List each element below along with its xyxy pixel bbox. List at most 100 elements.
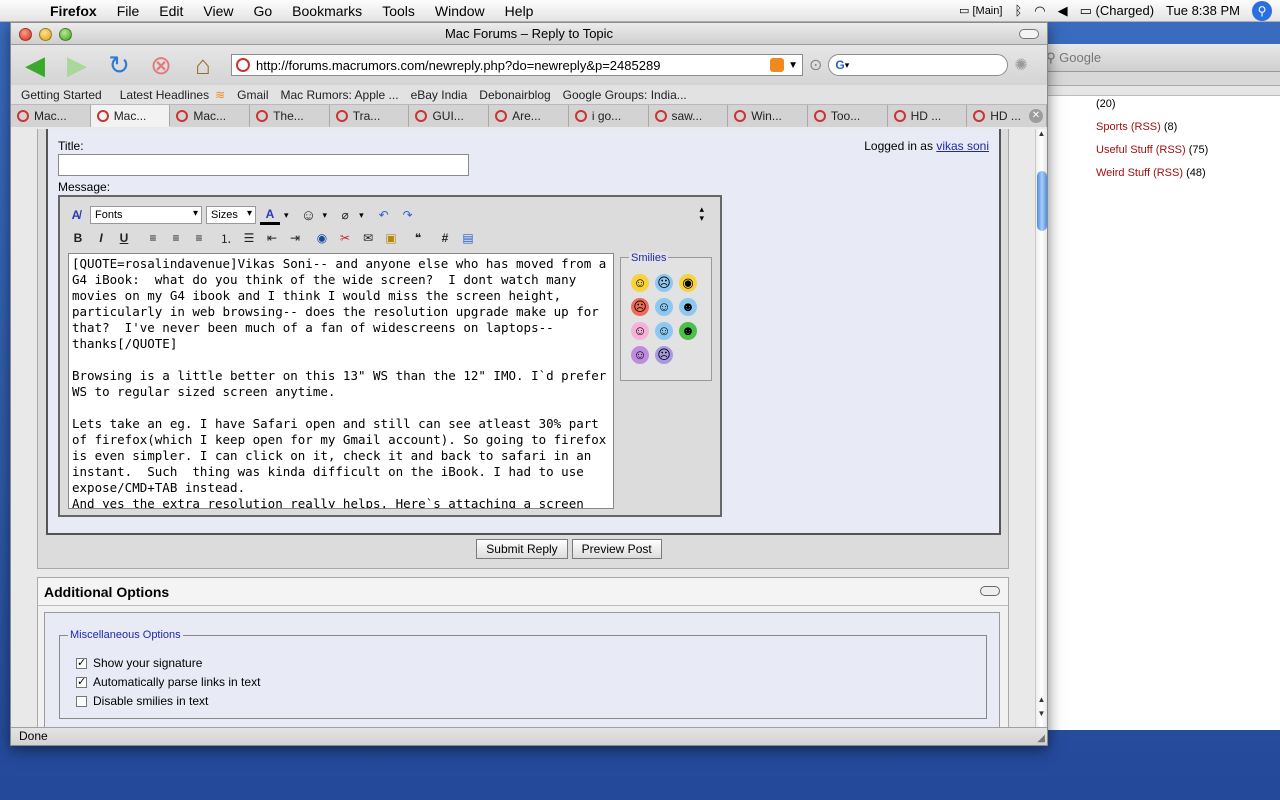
align-left-icon[interactable]: ≡ bbox=[143, 228, 163, 248]
unordered-list-icon[interactable]: ☰ bbox=[239, 228, 259, 248]
scroll-up-icon[interactable]: ▲ bbox=[1036, 129, 1047, 141]
insert-image-icon[interactable]: ▣ bbox=[381, 228, 401, 248]
show-signature-option[interactable]: ✓ Show your signature bbox=[76, 656, 202, 670]
insert-email-icon[interactable]: ✉ bbox=[358, 228, 378, 248]
smilie-insert-icon[interactable]: ☺ bbox=[299, 205, 319, 225]
ordered-list-icon[interactable]: ⒈ bbox=[216, 228, 236, 248]
tab[interactable]: Tra... bbox=[329, 105, 410, 127]
rss-link[interactable]: (RSS) bbox=[1131, 121, 1161, 133]
home-icon[interactable]: ⌂ bbox=[185, 49, 221, 81]
eek-icon[interactable]: ◉ bbox=[679, 274, 697, 292]
message-textarea[interactable]: [QUOTE=rosalindavenue]Vikas Soni-- and a… bbox=[68, 253, 614, 509]
back-icon[interactable]: ◀ bbox=[17, 49, 53, 81]
tab-active[interactable]: Mac... bbox=[90, 105, 171, 127]
stop-icon[interactable]: ⊗ bbox=[143, 49, 179, 81]
outdent-icon[interactable]: ⇤ bbox=[262, 228, 282, 248]
url-bar[interactable]: http://forums.macrumors.com/newreply.php… bbox=[231, 54, 803, 76]
vertical-scrollbar[interactable]: ▲ ▲ ▼ bbox=[1035, 129, 1047, 727]
sizes-select[interactable]: Sizes bbox=[206, 206, 256, 224]
tab[interactable]: Win... bbox=[728, 105, 808, 127]
title-input[interactable] bbox=[58, 154, 469, 176]
close-window-button[interactable] bbox=[19, 28, 32, 41]
search-box[interactable]: G ▾ bbox=[828, 54, 1009, 76]
show-signature-checkbox[interactable]: ✓ bbox=[76, 657, 87, 669]
engine-dropdown-icon[interactable]: ▾ bbox=[845, 60, 850, 71]
menu-help[interactable]: Help bbox=[495, 3, 544, 19]
username-link[interactable]: vikas soni bbox=[936, 139, 989, 153]
attachment-icon[interactable]: ⌀ bbox=[335, 205, 355, 225]
parse-links-option[interactable]: ✓ Automatically parse links in text bbox=[76, 675, 260, 689]
scroll-up-icon[interactable]: ▲ bbox=[1036, 695, 1047, 707]
resize-grip-icon[interactable]: ◢ bbox=[1037, 730, 1045, 747]
unlink-icon[interactable]: ✂ bbox=[335, 228, 355, 248]
user-menu[interactable]: ▭ [Main] bbox=[959, 4, 1002, 17]
underline-icon[interactable]: U bbox=[114, 228, 134, 248]
color-dropdown-icon[interactable]: ▾ bbox=[284, 210, 289, 221]
tongue-icon[interactable]: ☺ bbox=[631, 322, 649, 340]
reload-icon[interactable]: ↻ bbox=[101, 49, 137, 81]
bookmark-item[interactable]: Getting Started bbox=[15, 88, 108, 102]
menu-file[interactable]: File bbox=[107, 3, 150, 19]
wink-icon[interactable]: ☺ bbox=[655, 322, 673, 340]
bookmark-item[interactable]: Google Groups: India... bbox=[557, 88, 693, 102]
frown-icon[interactable]: ☹ bbox=[655, 346, 673, 364]
clock[interactable]: Tue 8:38 PM bbox=[1166, 3, 1240, 18]
scrollbar-thumb[interactable] bbox=[1037, 171, 1047, 231]
bookmark-item[interactable]: Mac Rumors: Apple ... bbox=[275, 88, 405, 102]
disable-smilies-checkbox[interactable] bbox=[76, 695, 87, 707]
align-center-icon[interactable]: ≡ bbox=[166, 228, 186, 248]
bluetooth-icon[interactable]: ᛒ bbox=[1014, 3, 1022, 18]
category-link[interactable]: Useful Stuff bbox=[1096, 144, 1153, 156]
menu-edit[interactable]: Edit bbox=[149, 3, 193, 19]
tab[interactable]: Are... bbox=[489, 105, 569, 127]
quote-icon[interactable]: ❝ bbox=[408, 228, 428, 248]
app-menu[interactable]: Firefox bbox=[40, 3, 107, 19]
rolleyes-icon[interactable]: ☺ bbox=[655, 298, 673, 316]
preview-post-button[interactable]: Preview Post bbox=[571, 539, 662, 559]
disable-smilies-option[interactable]: Disable smilies in text bbox=[76, 694, 208, 708]
rss-link[interactable]: (RSS) bbox=[1153, 167, 1183, 179]
menu-window[interactable]: Window bbox=[425, 3, 495, 19]
tab[interactable]: Mac... bbox=[170, 105, 251, 127]
url-dropdown-icon[interactable]: ▼ bbox=[788, 60, 798, 71]
category-link[interactable]: Sports bbox=[1096, 121, 1128, 133]
rss-feed-icon[interactable] bbox=[770, 58, 785, 72]
attachment-dropdown-icon[interactable]: ▾ bbox=[359, 210, 364, 221]
bookmark-item[interactable]: Latest Headlines ≋ bbox=[108, 88, 231, 102]
insert-link-icon[interactable]: ◉ bbox=[312, 228, 332, 248]
parse-links-checkbox[interactable]: ✓ bbox=[76, 676, 87, 688]
submit-reply-button[interactable]: Submit Reply bbox=[476, 539, 568, 559]
bg-search-bar[interactable]: ⚲ Google bbox=[1040, 44, 1280, 72]
fonts-select[interactable]: Fonts bbox=[90, 206, 202, 224]
php-code-icon[interactable]: ▤ bbox=[458, 228, 478, 248]
cool-icon[interactable]: ☻ bbox=[679, 298, 697, 316]
close-tab-icon[interactable]: ✕ bbox=[1029, 109, 1043, 123]
italic-icon[interactable]: I bbox=[91, 228, 111, 248]
background-window[interactable]: ⚲ Google (20) Sports (RSS) (8) Useful St… bbox=[1040, 44, 1280, 730]
google-engine-icon[interactable]: G bbox=[835, 58, 844, 72]
bookmark-item[interactable]: eBay India bbox=[405, 88, 474, 102]
undo-icon[interactable]: ↶ bbox=[374, 205, 394, 225]
minimize-window-button[interactable] bbox=[39, 28, 52, 41]
zoom-window-button[interactable] bbox=[59, 28, 72, 41]
resize-editor-icon[interactable]: ▴ ▾ bbox=[699, 205, 704, 223]
toolbar-toggle-button[interactable] bbox=[1019, 29, 1039, 39]
tab[interactable]: HD ... bbox=[887, 105, 968, 127]
bold-icon[interactable]: B bbox=[68, 228, 88, 248]
tab[interactable]: Mac... bbox=[11, 105, 91, 127]
redo-icon[interactable]: ↷ bbox=[398, 205, 418, 225]
title-bar[interactable]: Mac Forums – Reply to Topic bbox=[11, 23, 1047, 45]
text-color-icon[interactable]: A bbox=[260, 205, 280, 225]
menu-view[interactable]: View bbox=[193, 3, 243, 19]
confused-icon[interactable]: ☹ bbox=[655, 274, 673, 292]
volume-icon[interactable]: ◀ bbox=[1058, 3, 1068, 19]
scroll-down-icon[interactable]: ▼ bbox=[1036, 709, 1047, 721]
redface-icon[interactable]: ☺ bbox=[631, 346, 649, 364]
bookmark-item[interactable]: Debonairblog bbox=[473, 88, 556, 102]
tab[interactable]: GUI... bbox=[409, 105, 490, 127]
menu-tools[interactable]: Tools bbox=[372, 3, 425, 19]
mad-icon[interactable]: ☹ bbox=[631, 298, 649, 316]
tab[interactable]: Too... bbox=[807, 105, 888, 127]
battery-menu[interactable]: ▭ (Charged) bbox=[1080, 3, 1154, 19]
indent-icon[interactable]: ⇥ bbox=[285, 228, 305, 248]
